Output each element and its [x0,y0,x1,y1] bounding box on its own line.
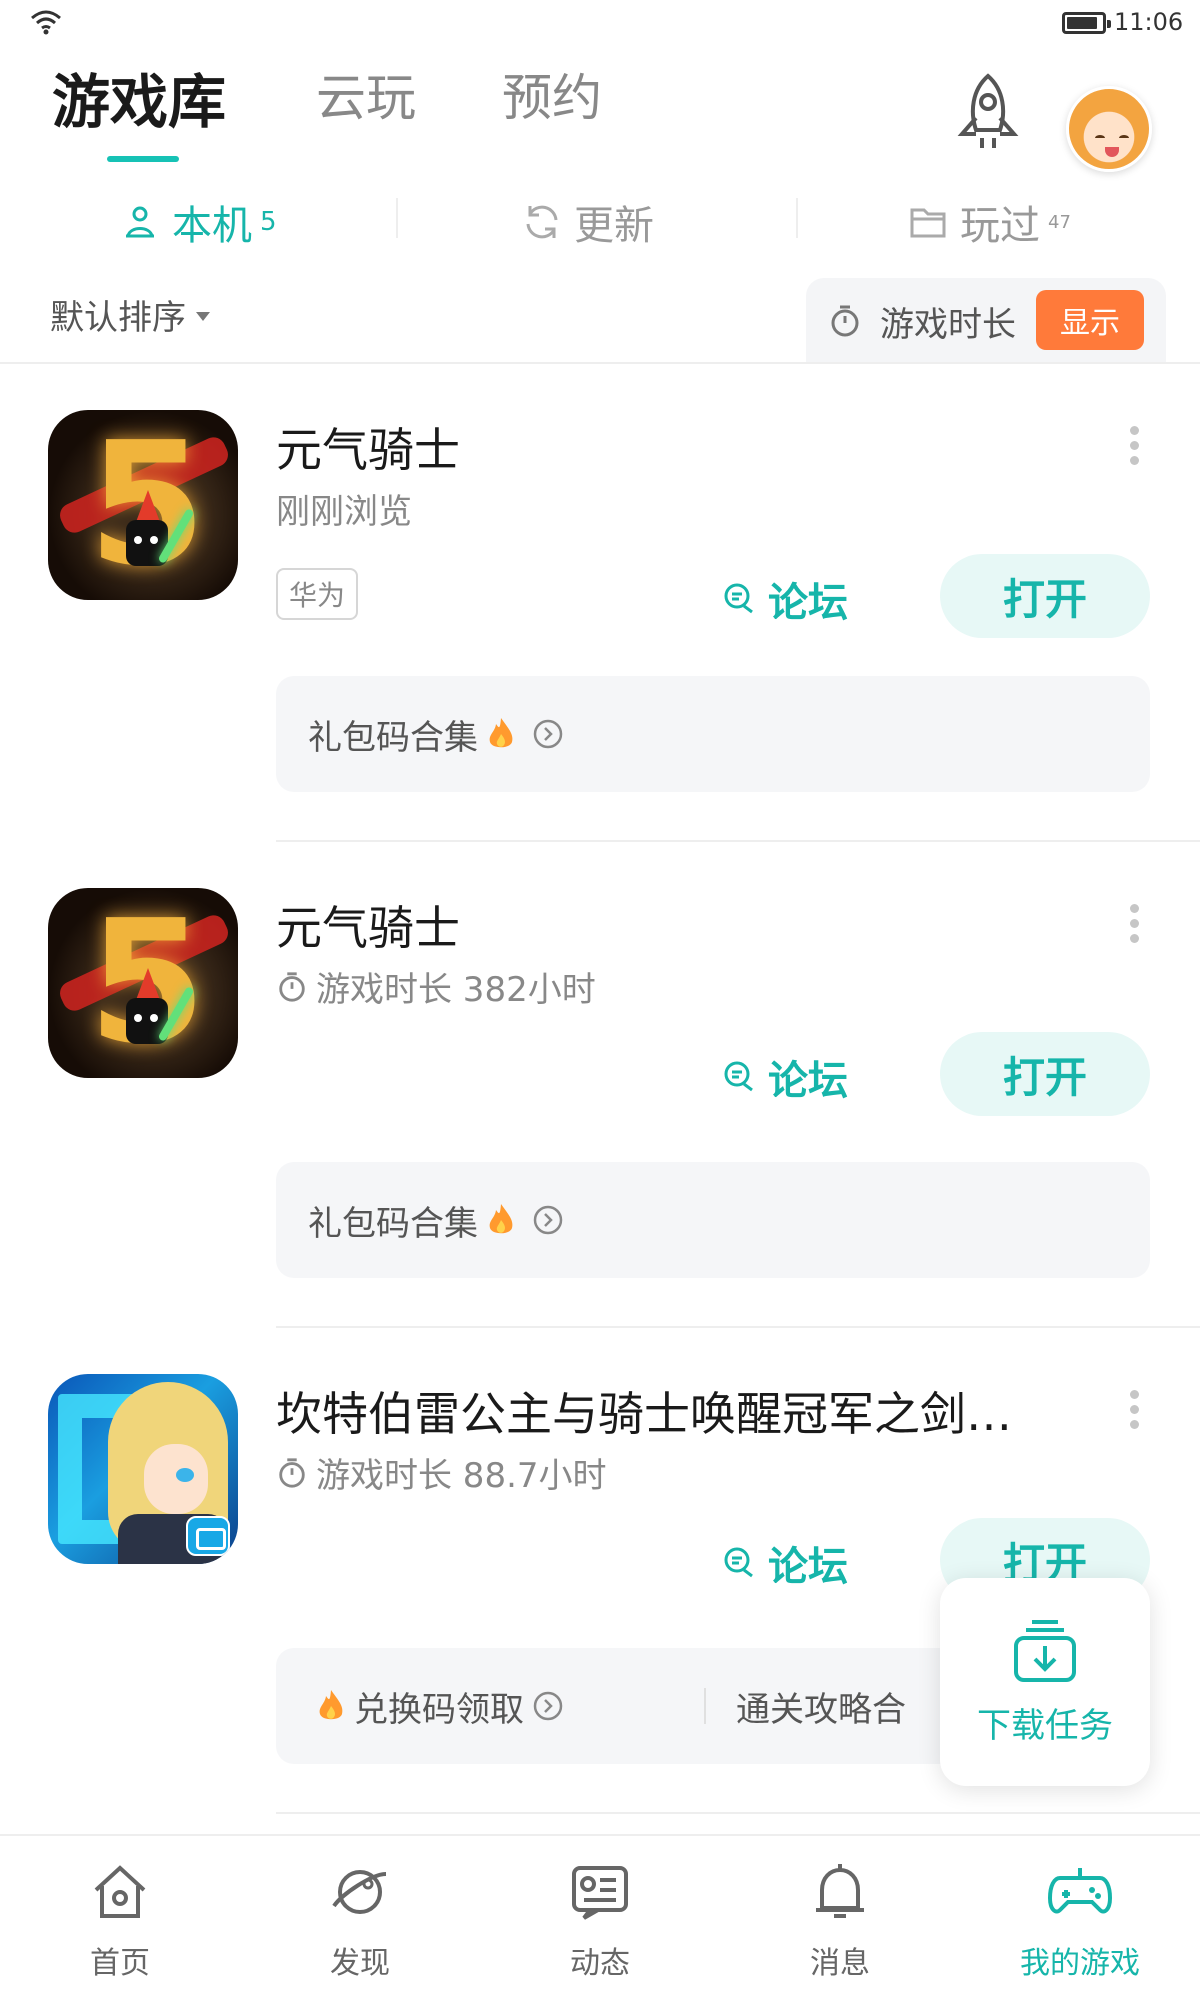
playtime-label: 游戏时长 [880,304,1016,345]
playtime-text: 游戏时长 88.7小时 [316,1456,607,1496]
nav-home[interactable]: 首页 [40,1860,200,1982]
status-bar: 11:06 [0,0,1200,50]
promo-item[interactable]: 通关攻略合 [736,1682,906,1731]
open-game-button[interactable]: 打开 [940,554,1150,638]
chat-bubble-icon [724,583,753,614]
promo-bar[interactable]: 礼包码合集 [276,1162,1150,1278]
forum-label: 论坛 [768,1544,848,1590]
bilibili-badge-icon [186,1516,230,1556]
subtab-updates-label: 更新 [574,203,654,249]
recently-viewed-text: 刚刚浏览 [276,492,412,532]
bell-icon [816,1864,864,1918]
subtab-played-label: 玩过 [960,203,1040,249]
rocket-icon[interactable] [950,72,1026,154]
battery-icon [1062,12,1111,34]
promo-item[interactable]: 兑换码领取 [308,1682,564,1731]
game-subtitle: 游戏时长 382小时 [276,962,596,1011]
playtime-text: 游戏时长 382小时 [316,970,596,1010]
game-title[interactable]: 元气骑士 [276,414,460,480]
game-title[interactable]: 元气骑士 [276,892,460,958]
arrow-circle-icon [533,1205,563,1235]
more-icon[interactable] [1128,904,1140,944]
game-icon-canterbury[interactable] [48,1374,238,1564]
folder-icon [910,208,946,238]
sort-label: 默认排序 [50,298,186,338]
sort-dropdown[interactable]: 默认排序 [50,290,210,339]
forum-link[interactable]: 论坛 [722,1048,848,1106]
card-divider [276,840,1200,842]
more-icon[interactable] [1128,1390,1140,1430]
card-divider [276,1326,1200,1328]
game-subtitle: 刚刚浏览 [276,484,412,533]
home-icon [94,1865,146,1918]
refresh-icon [526,205,558,239]
forum-link[interactable]: 论坛 [722,1534,848,1592]
promo-label: 兑换码领取 [354,1689,524,1730]
tab-cloud-play[interactable]: 云玩 [316,58,416,130]
nav-discover[interactable]: 发现 [280,1860,440,1982]
forum-link[interactable]: 论坛 [722,570,848,628]
nav-discover-label: 发现 [330,1946,390,1981]
open-game-button[interactable]: 打开 [940,1032,1150,1116]
subtab-local-count: 5 [260,207,277,237]
promo-label: 通关攻略合 [736,1689,906,1730]
feed-icon [572,1866,628,1920]
subtab-local-label: 本机 [172,203,252,249]
timer-icon [279,1457,305,1488]
forum-label: 论坛 [768,580,848,626]
nav-feed-label: 动态 [570,1946,630,1981]
tab-game-library[interactable]: 游戏库 [52,55,226,139]
header-divider [0,362,1200,364]
show-playtime-button[interactable]: 显示 [1036,290,1144,350]
arrow-circle-icon [533,1691,563,1721]
gamepad-icon [1048,1868,1112,1914]
phone-user-icon [126,206,154,238]
timer-icon [831,305,859,337]
game-icon-soul-knight[interactable]: 5 [48,410,238,600]
promo-bar[interactable]: 礼包码合集 [276,676,1150,792]
fire-icon [319,1690,343,1720]
nav-my-games-label: 我的游戏 [1020,1946,1140,1981]
subtab-played[interactable]: 玩过 47 [908,194,1071,250]
promo-label: 礼包码合集 [308,717,478,758]
planet-icon [332,1870,387,1914]
nav-my-games[interactable]: 我的游戏 [1000,1860,1160,1982]
card-divider [276,1812,1200,1814]
wifi-icon [31,10,61,35]
promo-item[interactable]: 礼包码合集 [308,710,564,759]
forum-label: 论坛 [768,1058,848,1104]
download-tasks-label: 下载任务 [977,1705,1113,1746]
caret-down-icon [196,312,210,321]
chat-bubble-icon [724,1547,753,1578]
download-icon [1014,1619,1076,1682]
subtab-local[interactable]: 本机 5 [120,194,277,250]
platform-tag: 华为 [276,568,358,620]
playtime-toggle: 游戏时长 显示 [806,278,1166,364]
tab-reservation[interactable]: 预约 [502,58,602,130]
subtab-updates[interactable]: 更新 [522,194,654,250]
nav-home-label: 首页 [90,1946,150,1981]
chat-bubble-icon [724,1061,753,1092]
game-subtitle: 游戏时长 88.7小时 [276,1448,607,1497]
fire-icon [489,718,513,748]
promo-divider [704,1688,706,1724]
nav-messages[interactable]: 消息 [760,1860,920,1982]
nav-feed[interactable]: 动态 [520,1860,680,1982]
arrow-circle-icon [533,719,563,749]
promo-label: 礼包码合集 [308,1203,478,1244]
more-icon[interactable] [1128,426,1140,466]
bottom-nav: 首页 发现 动态 消息 我的游戏 [0,1834,1200,2000]
nav-messages-label: 消息 [810,1946,870,1981]
promo-item[interactable]: 礼包码合集 [308,1196,564,1245]
tab-indicator [107,156,179,162]
download-tasks-button[interactable]: 下载任务 [940,1578,1150,1786]
game-icon-soul-knight[interactable]: 5 [48,888,238,1078]
game-title[interactable]: 坎特伯雷公主与骑士唤醒冠军之剑… [276,1378,1012,1444]
subtab-played-count: 47 [1048,211,1071,233]
avatar[interactable] [1066,86,1152,172]
timer-icon [279,971,305,1002]
status-time: 11:06 [1114,8,1184,36]
fire-icon [489,1204,513,1234]
